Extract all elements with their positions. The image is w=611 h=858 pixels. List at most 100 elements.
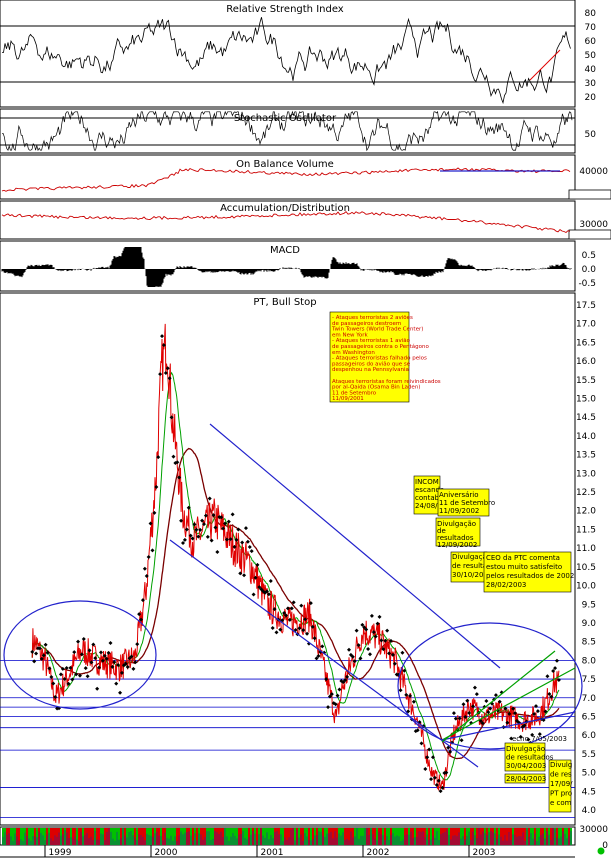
price-marker <box>484 699 489 704</box>
price-marker <box>451 711 456 716</box>
price-marker <box>337 687 342 692</box>
annotation-ceo: CEO da PTC comentaestou muito satisfeito… <box>483 551 574 593</box>
price-marker <box>146 555 151 560</box>
annotation-line: 24/08/ <box>415 502 438 510</box>
price-marker <box>335 693 340 698</box>
price-marker <box>76 639 81 644</box>
price-marker <box>268 579 273 584</box>
macd-title: MACD <box>270 245 300 256</box>
price-marker <box>467 711 472 716</box>
price-tick-label: 12.5 <box>576 488 596 498</box>
price-title: PT, Bull Stop <box>253 297 316 308</box>
rsi-line <box>2 17 571 105</box>
price-tick-label: 7.0 <box>582 694 597 704</box>
obv-value-box <box>568 189 611 200</box>
annotation-line: Divulg <box>550 761 572 769</box>
price-marker <box>398 688 403 693</box>
annotation-line: 30/10/200 <box>452 571 488 579</box>
support-resistance-lines <box>0 659 575 818</box>
annotation-echo: echo 7/05/2003 <box>512 735 567 743</box>
x-label-2002: 2002 <box>367 848 390 858</box>
price-tick-label: 6.5 <box>582 712 596 722</box>
price-marker <box>461 702 466 707</box>
price-tick-label: 9.5 <box>582 600 596 610</box>
ad-value-box <box>568 229 611 240</box>
price-marker <box>205 534 210 539</box>
price-marker <box>251 592 256 597</box>
price-marker <box>545 674 550 679</box>
price-tick-label: 7.5 <box>582 675 596 685</box>
year-separators <box>44 845 470 857</box>
annotation-line: de res <box>550 771 572 779</box>
price-marker <box>34 651 39 656</box>
price-marker <box>95 686 100 691</box>
annotation-line: PT pro <box>550 790 572 798</box>
price-tick-label: 4.0 <box>582 806 597 816</box>
price-marker <box>118 690 123 695</box>
price-marker <box>354 628 359 633</box>
price-marker <box>215 549 220 554</box>
x-label-2000: 2000 <box>155 848 178 858</box>
rsi-tick-label: 50 <box>585 51 597 61</box>
rsi-series <box>2 17 571 105</box>
price-marker <box>182 537 187 542</box>
price-tick-label: 8.5 <box>582 638 596 648</box>
annotation-line: 11/09/2001 <box>332 396 364 402</box>
price-tick-label: 13.0 <box>576 469 596 479</box>
volume-bars <box>2 828 572 845</box>
stock-chart-stage: Relative Strength Index Stochastic Oscil… <box>0 0 611 858</box>
annotation-line: 12/09/2002 <box>437 541 477 549</box>
rsi-tick-label: 70 <box>585 23 597 33</box>
ad-title: Accumulation/Distribution <box>220 203 350 214</box>
price-marker <box>114 681 119 686</box>
price-marker <box>207 496 212 501</box>
price-marker <box>184 527 189 532</box>
price-marker <box>299 603 304 608</box>
annotation-line: 30/04/2003 <box>506 762 546 770</box>
rsi-trend-line <box>529 49 561 81</box>
price-marker <box>459 738 464 743</box>
price-marker <box>247 545 252 550</box>
annotation-line: Aniversário <box>439 491 479 499</box>
annotation-line: pelos resultados de 2002 <box>486 572 574 580</box>
annotation-line: Divulgação <box>506 745 545 753</box>
price-marker <box>81 636 86 641</box>
price-marker <box>270 625 275 630</box>
price-marker <box>493 693 498 698</box>
volume-tick-label: 30000 <box>579 825 608 835</box>
price-marker <box>158 372 163 377</box>
price-y-axis: 17.5 17.0 16.5 16.0 15.5 15.0 14.5 14.0 13.5 13.0… <box>576 301 596 816</box>
price-marker <box>43 642 48 647</box>
annotation-divulgacao-1: Divulgaçãoderesultados12/09/2002 <box>435 517 481 549</box>
price-tick-label: 16.0 <box>576 357 596 367</box>
trend-channel <box>3 170 583 768</box>
price-marker <box>85 674 90 679</box>
annotation-line: 11 de Setembro <box>439 499 495 507</box>
annotation-text: 28/04/2003 <box>506 775 546 783</box>
annotation-line: contab. <box>415 494 441 502</box>
price-marker <box>551 669 556 674</box>
rsi-y-axis: 80 70 60 50 40 30 20 <box>585 9 597 103</box>
price-marker <box>230 512 235 517</box>
price-tick-label: 13.5 <box>576 451 596 461</box>
rsi-tick-label: 30 <box>585 79 597 89</box>
rsi-tick-label: 40 <box>585 65 597 75</box>
annotation-line: estou muito satisfeito <box>486 563 562 571</box>
rsi-tick-label: 20 <box>585 93 597 103</box>
annotation-line: despenhou na Pennsylvania <box>332 367 409 373</box>
price-marker <box>242 573 247 578</box>
price-marker <box>83 666 88 671</box>
price-tick-label: 12.0 <box>576 507 596 517</box>
price-marker <box>125 665 130 670</box>
price-marker <box>366 647 371 652</box>
macd-tick-label: 0.5 <box>582 251 596 261</box>
price-marker <box>408 693 413 698</box>
status-dot-icon <box>597 847 605 855</box>
price-marker <box>423 767 428 772</box>
annotation-line: de resulta <box>452 562 487 570</box>
price-tick-label: 14.5 <box>576 413 596 423</box>
price-marker <box>377 614 382 619</box>
ad-series <box>1 210 571 234</box>
price-marker <box>465 698 470 703</box>
price-marker <box>181 540 186 545</box>
